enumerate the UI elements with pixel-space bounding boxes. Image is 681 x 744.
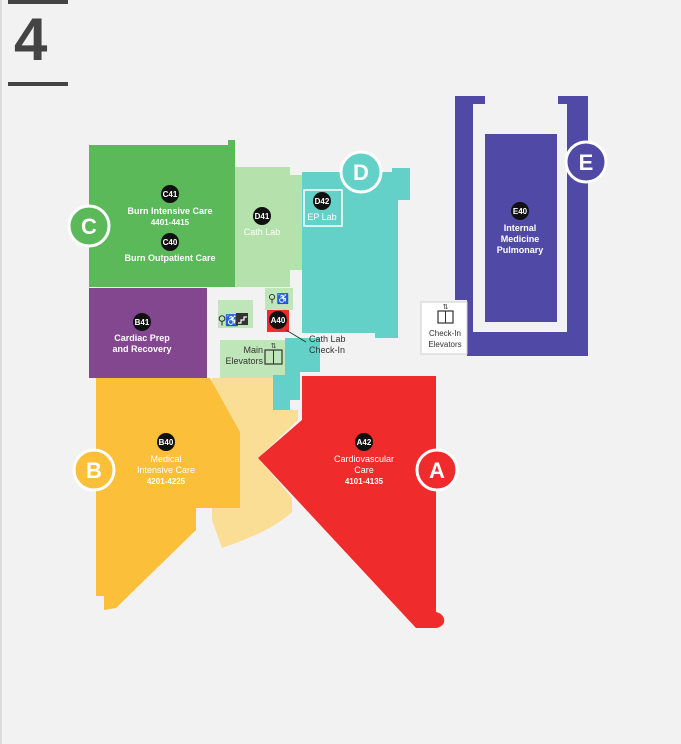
zone-b-badge[interactable]: B <box>72 448 116 492</box>
svg-text:♿: ♿ <box>277 292 289 305</box>
room-a42-range: 4101-4135 <box>345 477 384 486</box>
room-a42-name-2: Care <box>354 465 374 475</box>
elevator-icon: ⇅ <box>264 343 283 365</box>
svg-text:⇅: ⇅ <box>443 304 449 311</box>
cath-checkin-leader <box>285 329 307 343</box>
zone-c-letter: C <box>81 214 97 239</box>
room-c41-name: Burn Intensive Care <box>127 206 212 216</box>
room-d41-code: D41 <box>255 212 270 221</box>
room-c41-code: C41 <box>163 190 178 199</box>
room-c40-name: Burn Outpatient Care <box>124 253 215 263</box>
room-d41-name: Cath Lab <box>244 227 281 237</box>
zone-e-letter: E <box>579 150 594 175</box>
room-b41-name-2: and Recovery <box>112 344 171 354</box>
room-d41[interactable]: D41 Cath Lab <box>244 207 281 237</box>
room-a40[interactable]: A40 <box>267 310 289 332</box>
room-b40-name-2: Intensive Care <box>137 465 195 475</box>
room-b40-code: B40 <box>159 438 174 447</box>
room-e40-name-3: Pulmonary <box>497 245 544 255</box>
main-elevators-label-2: Elevators <box>225 356 263 366</box>
room-a42-name-1: Cardiovascular <box>334 454 394 464</box>
room-d42-name: EP Lab <box>307 212 336 222</box>
check-in-elevator-icon: ⇅ <box>437 304 454 324</box>
room-b41-code: B41 <box>135 318 150 327</box>
zone-e-badge[interactable]: E <box>564 140 608 184</box>
zone-a-letter: A <box>429 458 445 483</box>
zone-c-badge[interactable]: C <box>67 204 111 248</box>
room-b41-name-1: Cardiac Prep <box>114 333 170 343</box>
cath-checkin-label-1: Cath Lab <box>309 334 346 344</box>
room-b40-range: 4201-4225 <box>147 477 186 486</box>
check-in-elevators-label-1: Check-In <box>429 329 461 338</box>
room-b40-name-1: Medical <box>150 454 181 464</box>
stairs-icon <box>236 313 248 325</box>
svg-text:⚲: ⚲ <box>268 293 276 305</box>
cath-checkin-label-2: Check-In <box>309 345 345 355</box>
room-e40[interactable]: E40 Internal Medicine Pulmonary <box>497 202 544 255</box>
room-c40-code: C40 <box>163 238 178 247</box>
accessible-icon-top: ♿ <box>277 292 289 305</box>
room-b41[interactable]: B41 Cardiac Prep and Recovery <box>112 313 172 354</box>
room-c41-range: 4401-4415 <box>151 218 190 227</box>
badges-layer: C D E B A C41 Burn Intensive Care 4401-4… <box>67 140 608 492</box>
room-d42-code: D42 <box>315 197 330 206</box>
room-c40[interactable]: C40 Burn Outpatient Care <box>124 233 216 263</box>
room-e40-name-1: Internal <box>504 223 537 233</box>
room-a42-code: A42 <box>357 438 372 447</box>
restroom-icon-top: ⚲ <box>268 293 276 305</box>
check-in-elevators-label-2: Elevators <box>428 340 461 349</box>
zone-b-letter: B <box>86 458 102 483</box>
zone-a-badge[interactable]: A <box>415 448 459 492</box>
room-e40-name-2: Medicine <box>501 234 540 244</box>
room-c41[interactable]: C41 Burn Intensive Care 4401-4415 <box>127 185 213 227</box>
room-e40-code: E40 <box>513 207 528 216</box>
main-elevators-label-1: Main <box>243 345 263 355</box>
room-d42[interactable]: D42 EP Lab <box>307 192 337 222</box>
room-a40-code: A40 <box>271 316 286 325</box>
room-a42[interactable]: A42 Cardiovascular Care 4101-4135 <box>334 433 394 486</box>
room-b40[interactable]: B40 Medical Intensive Care 4201-4225 <box>137 433 195 486</box>
zone-d-badge[interactable]: D <box>339 150 383 194</box>
zone-d-letter: D <box>353 160 369 185</box>
svg-text:⇅: ⇅ <box>271 343 277 350</box>
